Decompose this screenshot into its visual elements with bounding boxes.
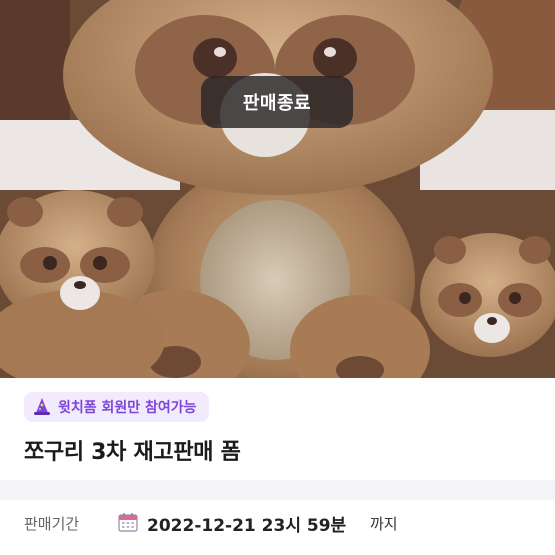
wizard-hat-icon — [34, 398, 50, 415]
product-info: 윗치폼 회원만 참여가능 쪼구리 3차 재고판매 폼 — [0, 378, 555, 488]
sale-period-label: 판매기간 — [24, 515, 80, 533]
product-image: 판매종료 — [0, 0, 555, 378]
sale-period-row: 판매기간 2022-12-21 23시 59분 까지 — [0, 500, 555, 555]
plush-photo — [0, 0, 555, 378]
sale-end-date: 2022-12-21 23시 59분 — [147, 516, 347, 536]
product-title: 쪼구리 3차 재고판매 폼 — [24, 440, 241, 465]
members-only-label: 윗치폼 회원만 참여가능 — [58, 400, 197, 416]
calendar-icon — [118, 513, 138, 532]
sold-out-badge: 판매종료 — [201, 76, 353, 128]
section-divider — [0, 480, 555, 500]
members-only-tag: 윗치폼 회원만 참여가능 — [24, 392, 209, 422]
sale-end-suffix: 까지 — [370, 515, 398, 533]
